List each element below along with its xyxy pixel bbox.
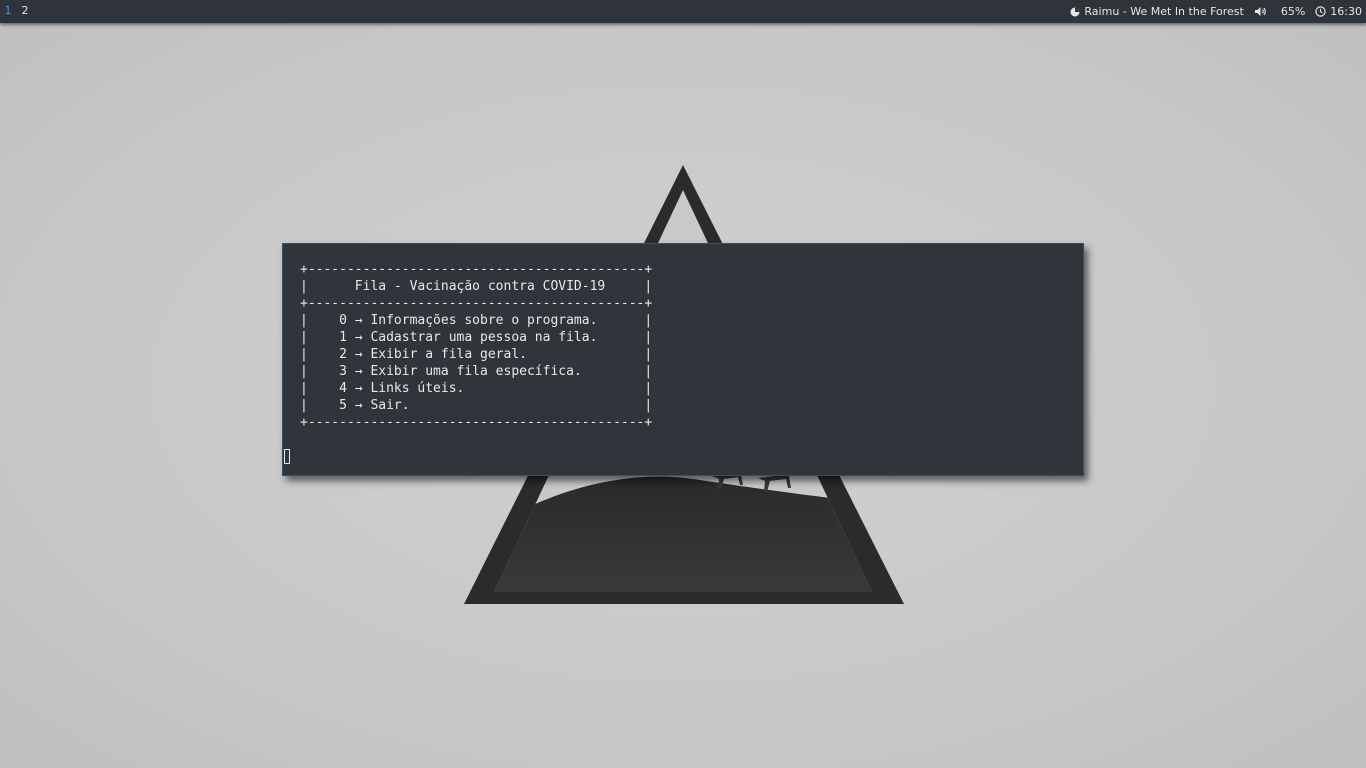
menu-option-4: | 4 → Links úteis. | bbox=[300, 381, 653, 396]
menu-title: | Fila - Vacinação contra COVID-19 | bbox=[300, 279, 653, 294]
menu-border-separator: +---------------------------------------… bbox=[300, 296, 653, 311]
menu-border-bottom: +---------------------------------------… bbox=[300, 415, 653, 430]
now-playing-widget[interactable]: Raimu - We Met In the Forest bbox=[1070, 5, 1244, 18]
menu-option-2: | 2 → Exibir a fila geral. | bbox=[300, 347, 653, 362]
clock-widget[interactable]: 16:30 bbox=[1315, 5, 1362, 18]
menu-option-0: | 0 → Informações sobre o programa. | bbox=[300, 313, 653, 328]
volume-level: 65% bbox=[1280, 5, 1306, 18]
menu-border-top: +---------------------------------------… bbox=[300, 262, 653, 277]
top-panel: 1 2 Raimu - We Met In the Forest 65% 16:… bbox=[0, 0, 1366, 23]
music-player-icon bbox=[1070, 7, 1080, 16]
clock-time: 16:30 bbox=[1330, 5, 1362, 18]
clock-icon bbox=[1315, 6, 1326, 17]
terminal-output: +---------------------------------------… bbox=[300, 261, 652, 431]
terminal-window[interactable]: +---------------------------------------… bbox=[282, 243, 1084, 476]
menu-option-1: | 1 → Cadastrar uma pessoa na fila. | bbox=[300, 330, 653, 345]
workspace-2-button[interactable]: 2 bbox=[17, 0, 33, 23]
speaker-icon bbox=[1254, 7, 1266, 16]
now-playing-text: Raimu - We Met In the Forest bbox=[1084, 5, 1244, 18]
menu-option-3: | 3 → Exibir uma fila específica. | bbox=[300, 364, 653, 379]
system-tray: Raimu - We Met In the Forest 65% 16:30 bbox=[1070, 0, 1366, 23]
workspace-1-button[interactable]: 1 bbox=[0, 0, 16, 23]
terminal-cursor[interactable] bbox=[284, 449, 290, 464]
menu-option-5: | 5 → Sair. | bbox=[300, 398, 653, 413]
volume-widget[interactable]: 65% bbox=[1254, 5, 1305, 18]
